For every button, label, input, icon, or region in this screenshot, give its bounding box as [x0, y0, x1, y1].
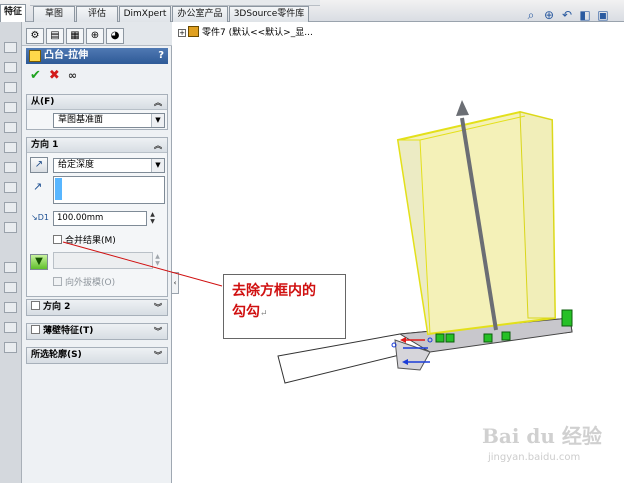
drag-arrow-head	[456, 100, 469, 116]
green-handle	[445, 333, 455, 343]
callout-line2: 勾勾	[232, 304, 260, 320]
watermark: Bai du 经验 jingyan.baidu.com	[482, 420, 612, 476]
green-handle	[501, 331, 511, 341]
green-handle	[561, 309, 573, 327]
green-handle	[435, 333, 445, 343]
watermark-url: jingyan.baidu.com	[488, 452, 581, 463]
instruction-callout: 去除方框内的 勾勾↵	[223, 274, 346, 339]
watermark-brand: Bai du 经验	[482, 424, 602, 448]
callout-line1: 去除方框内的	[232, 283, 316, 299]
paragraph-mark: ↵	[260, 309, 268, 319]
green-handle	[483, 333, 493, 343]
callout-leader-line	[62, 241, 223, 287]
graphics-viewport[interactable]	[0, 0, 624, 483]
